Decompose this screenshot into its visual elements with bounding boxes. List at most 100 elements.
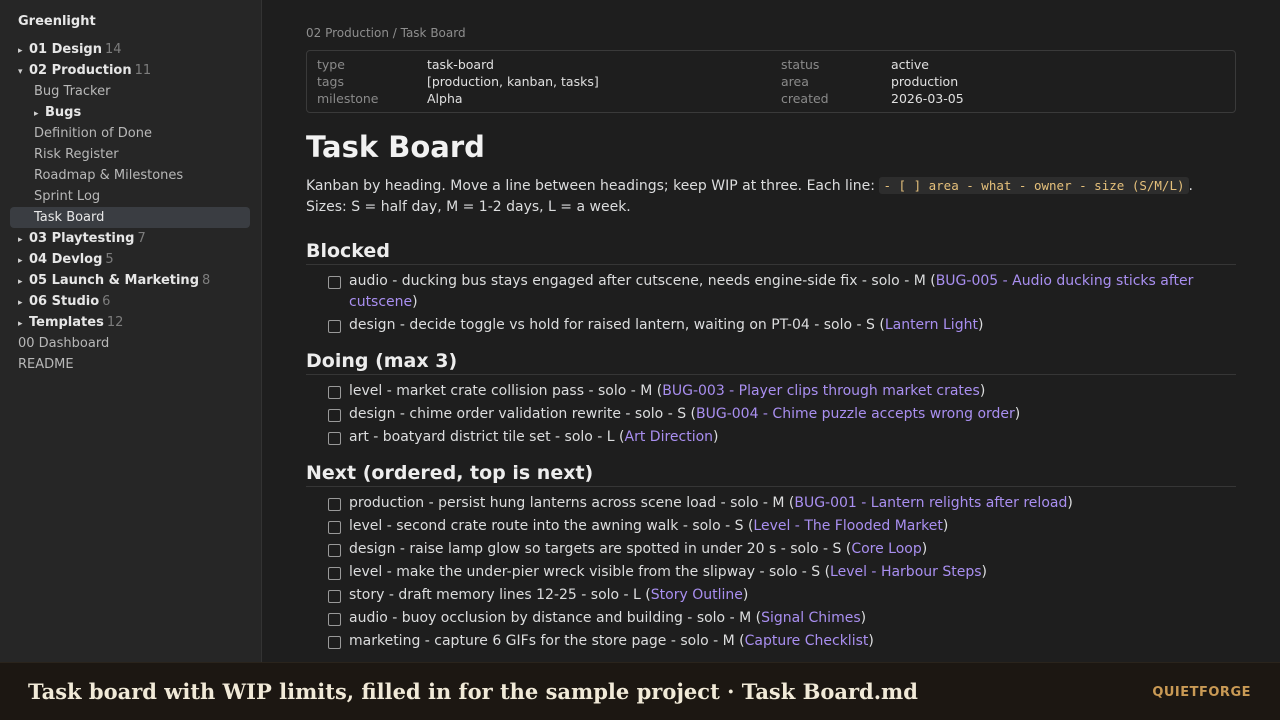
chevron-right-icon[interactable]: ▸ — [18, 251, 29, 272]
task-link[interactable]: Lantern Light — [885, 317, 978, 333]
task-text: design - raise lamp glow so targets are … — [349, 541, 846, 557]
sidebar-folder[interactable]: ▸ 05 Launch & Marketing 8 — [0, 270, 251, 291]
sidebar-folder[interactable]: ▸ Templates 12 — [0, 312, 251, 333]
task-link[interactable]: Core Loop — [851, 541, 921, 557]
task-item: production - persist hung lanterns acros… — [328, 493, 1236, 514]
task-item: level - market crate collision pass - so… — [328, 381, 1236, 402]
task-checkbox[interactable] — [328, 544, 341, 557]
task-item: level - second crate route into the awni… — [328, 516, 1236, 537]
section-heading-doing: Doing (max 3) — [306, 347, 1236, 375]
task-text: level - make the under-pier wreck visibl… — [349, 564, 825, 580]
task-checkbox[interactable] — [328, 636, 341, 649]
property-value-type[interactable]: task-board — [427, 56, 781, 73]
sidebar-file[interactable]: Bug Tracker — [0, 81, 251, 102]
task-link[interactable]: Capture Checklist — [745, 633, 869, 649]
property-key-type: type — [317, 57, 345, 72]
task-link[interactable]: Level - The Flooded Market — [753, 518, 942, 534]
vault-title[interactable]: Greenlight — [0, 12, 261, 32]
sidebar-folder[interactable]: ▸ 01 Design 14 — [0, 39, 251, 60]
task-text: design - decide toggle vs hold for raise… — [349, 317, 880, 333]
sidebar-item-count: 11 — [134, 63, 152, 78]
property-key-area: area — [781, 74, 809, 89]
task-link[interactable]: BUG-003 - Player clips through market cr… — [662, 383, 980, 399]
task-list-blocked: audio - ducking bus stays engaged after … — [306, 271, 1236, 336]
task-checkbox[interactable] — [328, 386, 341, 399]
task-checkbox[interactable] — [328, 521, 341, 534]
chevron-right-icon[interactable]: ▸ — [18, 230, 29, 251]
sidebar-file[interactable]: 00 Dashboard — [0, 333, 251, 354]
intro-text-end: . — [1188, 178, 1193, 194]
chevron-right-icon[interactable]: ▸ — [18, 293, 29, 314]
property-value-milestone[interactable]: Alpha — [427, 90, 781, 107]
property-key-milestone: milestone — [317, 91, 379, 106]
sidebar-item-count: 7 — [137, 231, 146, 246]
task-text: audio - ducking bus stays engaged after … — [349, 273, 931, 289]
sidebar-item-label: 01 Design — [29, 42, 102, 57]
property-value-area[interactable]: production — [891, 73, 1225, 90]
sidebar-file[interactable]: Roadmap & Milestones — [0, 165, 251, 186]
task-list-doing: level - market crate collision pass - so… — [306, 381, 1236, 448]
task-item: art - boatyard district tile set - solo … — [328, 427, 1236, 448]
chevron-right-icon[interactable]: ▸ — [34, 104, 45, 125]
breadcrumb[interactable]: 02 Production / Task Board — [306, 25, 1236, 41]
task-text: design - chime order validation rewrite … — [349, 406, 691, 422]
sidebar-item-count: 12 — [106, 315, 124, 330]
task-item: story - draft memory lines 12-25 - solo … — [328, 585, 1236, 606]
note-view: 02 Production / Task Board type task-boa… — [263, 0, 1280, 662]
task-checkbox[interactable] — [328, 320, 341, 333]
task-text: audio - buoy occlusion by distance and b… — [349, 610, 756, 626]
page-title: Task Board — [306, 130, 485, 164]
sidebar-file[interactable]: Sprint Log — [0, 186, 251, 207]
task-item: audio - ducking bus stays engaged after … — [328, 271, 1236, 313]
chevron-right-icon[interactable]: ▸ — [18, 314, 29, 335]
sidebar-folder[interactable]: ▸ 03 Playtesting 7 — [0, 228, 251, 249]
properties-panel: type task-board status active tags [prod… — [306, 50, 1236, 113]
sidebar-item-label: Roadmap & Milestones — [34, 168, 184, 183]
sidebar-item-label: Definition of Done — [34, 126, 152, 141]
caption-title: Task board with WIP limits, filled in fo… — [28, 679, 918, 704]
intro-paragraph: Kanban by heading. Move a line between h… — [306, 175, 1236, 218]
task-checkbox[interactable] — [328, 409, 341, 422]
property-value-created[interactable]: 2026-03-05 — [891, 90, 1225, 107]
sidebar-item-count: 6 — [102, 294, 111, 309]
property-value-tags[interactable]: [production, kanban, tasks] — [427, 73, 781, 90]
task-checkbox[interactable] — [328, 567, 341, 580]
chevron-right-icon[interactable]: ▸ — [18, 272, 29, 293]
task-link[interactable]: Signal Chimes — [761, 610, 861, 626]
file-tree: ▸ 01 Design 14 ▾ 02 Production 11 Bug Tracker ▸… — [0, 39, 261, 375]
intro-text: Kanban by heading. Move a line between h… — [306, 178, 880, 194]
task-link[interactable]: BUG-004 - Chime puzzle accepts wrong ord… — [696, 406, 1015, 422]
task-checkbox[interactable] — [328, 432, 341, 445]
sidebar-item-label: Sprint Log — [34, 189, 101, 204]
task-checkbox[interactable] — [328, 613, 341, 626]
file-explorer-sidebar: Greenlight ▸ 01 Design 14 ▾ 02 Production 11 B… — [0, 0, 262, 662]
sidebar-file[interactable]: Definition of Done — [0, 123, 251, 144]
sidebar-file[interactable]: Task Board — [10, 207, 250, 228]
task-checkbox[interactable] — [328, 498, 341, 511]
sidebar-folder[interactable]: ▸ 04 Devlog 5 — [0, 249, 251, 270]
sidebar-item-label: 05 Launch & Marketing — [29, 273, 199, 288]
task-link[interactable]: Level - Harbour Steps — [830, 564, 981, 580]
sidebar-item-label: README — [18, 357, 74, 372]
sidebar-folder[interactable]: ▾ 02 Production 11 — [0, 60, 251, 81]
sidebar-folder[interactable]: ▸ Bugs — [0, 102, 251, 123]
task-link[interactable]: Story Outline — [651, 587, 743, 603]
task-checkbox[interactable] — [328, 276, 341, 289]
task-link[interactable]: Art Direction — [625, 429, 714, 445]
chevron-right-icon[interactable]: ▸ — [18, 41, 29, 62]
task-text: marketing - capture 6 GIFs for the store… — [349, 633, 740, 649]
sidebar-item-label: 04 Devlog — [29, 252, 103, 267]
task-link[interactable]: BUG-001 - Lantern relights after reload — [794, 495, 1067, 511]
property-value-status[interactable]: active — [891, 56, 1225, 73]
sidebar-folder[interactable]: ▸ 06 Studio 6 — [0, 291, 251, 312]
task-text: level - second crate route into the awni… — [349, 518, 748, 534]
task-text: production - persist hung lanterns acros… — [349, 495, 789, 511]
brand-logo: QUIETFORGE — [1152, 685, 1251, 700]
sidebar-file[interactable]: Risk Register — [0, 144, 251, 165]
task-text: level - market crate collision pass - so… — [349, 383, 657, 399]
sidebar-item-label: 02 Production — [29, 63, 132, 78]
chevron-down-icon[interactable]: ▾ — [18, 62, 29, 83]
sidebar-file[interactable]: README — [0, 354, 251, 375]
task-checkbox[interactable] — [328, 590, 341, 603]
task-item: design - raise lamp glow so targets are … — [328, 539, 1236, 560]
